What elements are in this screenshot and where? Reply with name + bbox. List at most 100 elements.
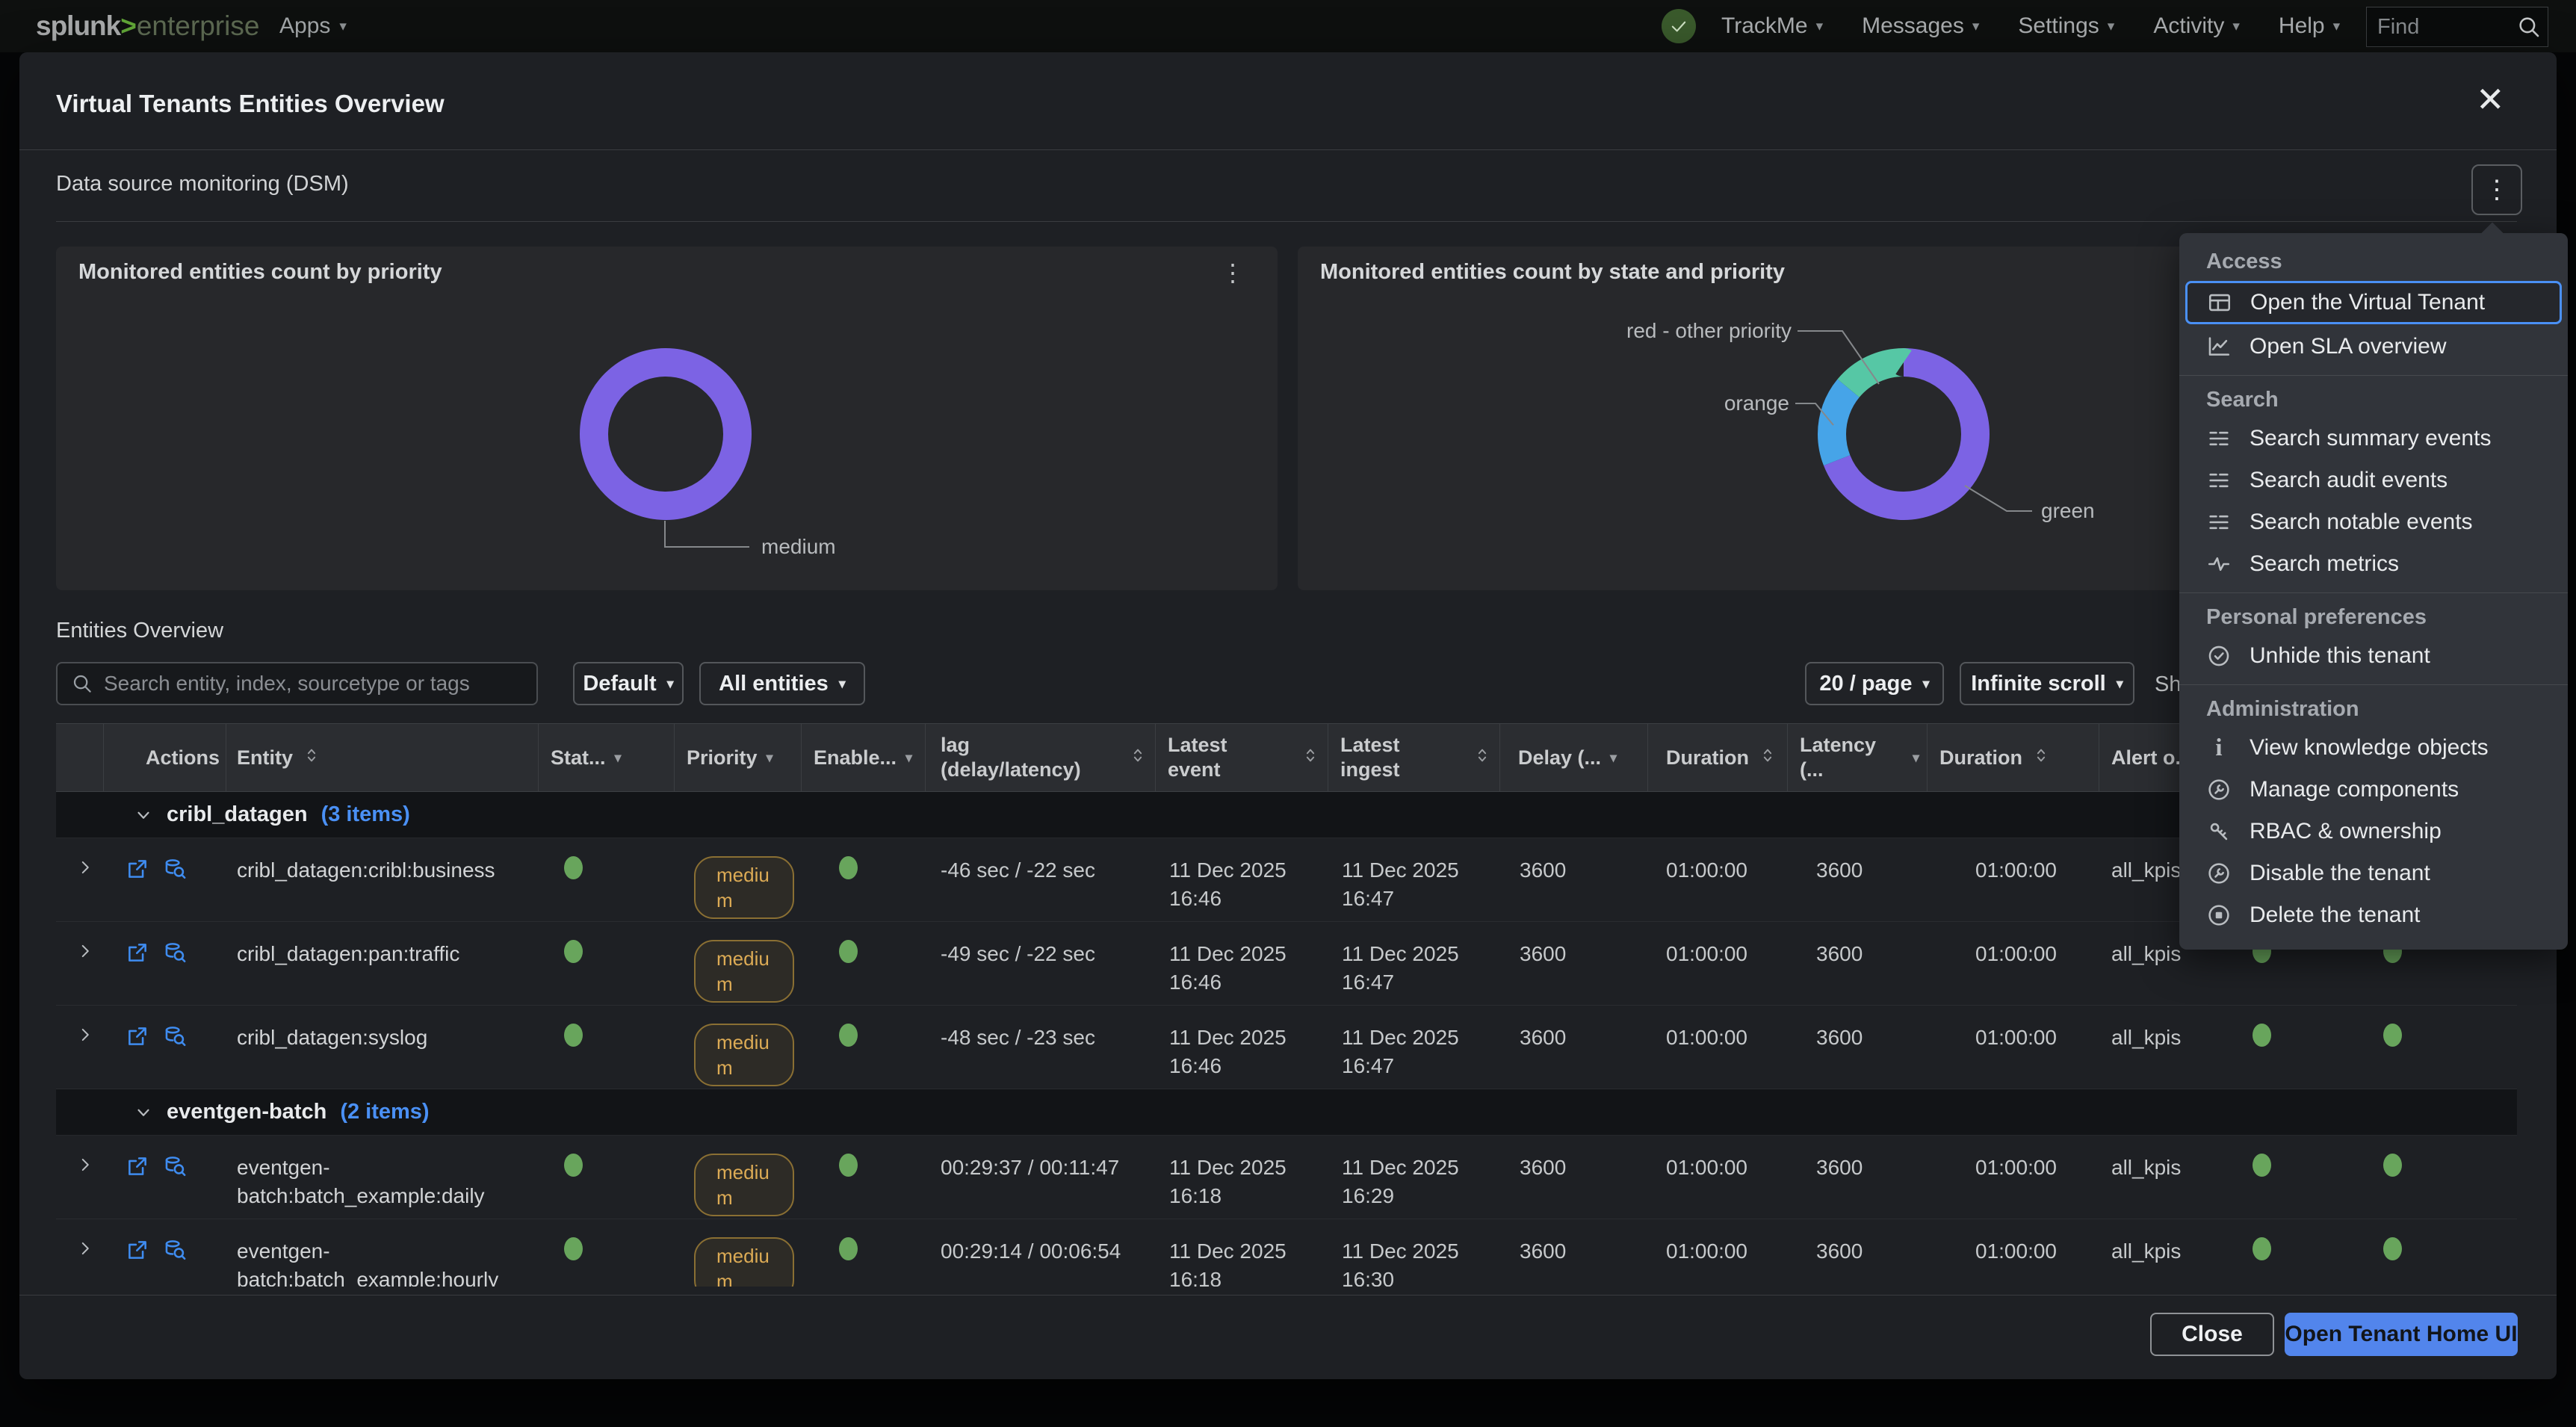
external-link-icon[interactable] bbox=[125, 1154, 150, 1179]
row-expander-icon[interactable] bbox=[75, 941, 95, 961]
cell-priority: medium bbox=[675, 1136, 802, 1219]
column-header-actions: Actions bbox=[104, 724, 226, 791]
lag-value: -49 sec / -22 sec bbox=[941, 942, 1095, 965]
chevron-down-icon: ▾ bbox=[1923, 676, 1930, 692]
scroll-mode-dropdown[interactable]: Infinite scroll ▾ bbox=[1960, 662, 2134, 705]
external-link-icon[interactable] bbox=[125, 1237, 150, 1263]
apps-menu[interactable]: Apps ▾ bbox=[279, 0, 347, 52]
find-input[interactable] bbox=[2367, 15, 2507, 40]
menu-item-search-audit-events[interactable]: Search audit events bbox=[2179, 459, 2568, 501]
alert-value: all_kpis bbox=[2111, 942, 2181, 965]
chevron-down-icon: ▾ bbox=[2117, 676, 2123, 692]
column-label: Stat... bbox=[551, 746, 606, 770]
list-icon bbox=[2206, 468, 2232, 493]
column-label: Priority bbox=[687, 746, 758, 770]
column-header-state[interactable]: Stat...▾ bbox=[539, 724, 675, 791]
cell-exp bbox=[56, 1219, 104, 1287]
column-header-enabled[interactable]: Enable...▾ bbox=[802, 724, 926, 791]
search-events-icon[interactable] bbox=[162, 1024, 188, 1049]
search-events-icon[interactable] bbox=[162, 1237, 188, 1263]
column-header-lag[interactable]: lag(delay/latency) bbox=[926, 724, 1156, 791]
donut-chart-priority bbox=[576, 344, 755, 524]
cell-levent: 11 Dec 202516:18 bbox=[1156, 1136, 1328, 1219]
topbar: splunk>enterprise Apps ▾ TrackMe▾Message… bbox=[0, 0, 2576, 52]
check-icon bbox=[1668, 16, 1689, 37]
table-row-cribl-datagen-cribl-business[interactable]: cribl_datagen:cribl:businessmedium-46 se… bbox=[56, 838, 2517, 922]
row-expander-icon[interactable] bbox=[75, 1025, 95, 1044]
filter-default-dropdown[interactable]: Default ▾ bbox=[573, 662, 684, 705]
check-circle-icon[interactable] bbox=[1662, 9, 1696, 43]
group-name: eventgen-batch bbox=[167, 1100, 326, 1124]
column-header-priority[interactable]: Priority▾ bbox=[675, 724, 802, 791]
divider bbox=[19, 149, 2557, 150]
row-expander-icon[interactable] bbox=[75, 1239, 95, 1258]
topnav-settings[interactable]: Settings▾ bbox=[2018, 0, 2114, 52]
column-header-entity[interactable]: Entity bbox=[226, 724, 539, 791]
close-button[interactable]: Close bbox=[2150, 1313, 2274, 1356]
filter-scope-label: All entities bbox=[719, 672, 829, 696]
filter-scope-dropdown[interactable]: All entities ▾ bbox=[699, 662, 865, 705]
close-icon[interactable]: ✕ bbox=[2476, 82, 2505, 117]
external-link-icon[interactable] bbox=[125, 940, 150, 965]
topnav-activity[interactable]: Activity▾ bbox=[2153, 0, 2240, 52]
column-header-latency[interactable]: Latency (...▾ bbox=[1788, 724, 1928, 791]
column-header-delay[interactable]: Delay (...▾ bbox=[1500, 724, 1648, 791]
menu-item-delete-the-tenant[interactable]: Delete the tenant bbox=[2179, 894, 2568, 936]
cell-lingest: 11 Dec 202516:47 bbox=[1328, 1006, 1500, 1089]
chevron-down-icon: ▾ bbox=[1816, 18, 1824, 35]
dsm-section-title: Data source monitoring (DSM) bbox=[56, 172, 349, 196]
menu-item-manage-components[interactable]: Manage components bbox=[2179, 769, 2568, 811]
menu-item-label: Unhide this tenant bbox=[2250, 643, 2430, 669]
kebab-icon[interactable]: ⋮ bbox=[1221, 259, 1245, 287]
cell-s1 bbox=[2208, 1136, 2338, 1219]
topnav-trackme[interactable]: TrackMe▾ bbox=[1721, 0, 1823, 52]
page-size-dropdown[interactable]: 20 / page ▾ bbox=[1805, 662, 1944, 705]
column-header-duration2[interactable]: Duration bbox=[1928, 724, 2099, 791]
column-label: lag(delay/latency) bbox=[941, 733, 1081, 782]
external-link-icon[interactable] bbox=[125, 1024, 150, 1049]
table-row-eventgen-batch-batch-example-daily[interactable]: eventgen-batch:batch_example:dailymedium… bbox=[56, 1136, 2517, 1219]
cell-state bbox=[539, 1006, 675, 1089]
search-events-icon[interactable] bbox=[162, 1154, 188, 1179]
kebab-menu-button[interactable]: ⋮ bbox=[2471, 164, 2522, 215]
menu-item-open-sla-overview[interactable]: Open SLA overview bbox=[2179, 326, 2568, 368]
table-row-cribl-datagen-syslog[interactable]: cribl_datagen:syslogmedium-48 sec / -23 … bbox=[56, 1006, 2517, 1089]
group-row-eventgen-batch[interactable]: eventgen-batch(2 items) bbox=[56, 1089, 2517, 1136]
column-header-lingest[interactable]: Latestingest bbox=[1328, 724, 1500, 791]
group-item-count: (3 items) bbox=[321, 802, 410, 827]
menu-item-unhide-this-tenant[interactable]: Unhide this tenant bbox=[2179, 635, 2568, 677]
search-events-icon[interactable] bbox=[162, 940, 188, 965]
external-link-icon[interactable] bbox=[125, 856, 150, 882]
menu-item-view-knowledge-objects[interactable]: iView knowledge objects bbox=[2179, 727, 2568, 769]
row-expander-icon[interactable] bbox=[75, 858, 95, 877]
cell-s1 bbox=[2208, 1219, 2338, 1287]
latest-event-value: 11 Dec 202516:18 bbox=[1169, 1237, 1321, 1287]
find-box[interactable] bbox=[2366, 7, 2548, 47]
search-events-icon[interactable] bbox=[162, 856, 188, 882]
topnav-messages[interactable]: Messages▾ bbox=[1862, 0, 1979, 52]
menu-item-search-metrics[interactable]: Search metrics bbox=[2179, 543, 2568, 585]
column-header-duration[interactable]: Duration bbox=[1648, 724, 1788, 791]
menu-item-rbac-ownership[interactable]: RBAC & ownership bbox=[2179, 811, 2568, 852]
cell-priority: medium bbox=[675, 1006, 802, 1089]
duration-value: 01:00:00 bbox=[1666, 942, 1747, 965]
cell-enabled bbox=[802, 922, 926, 1005]
alert-value: all_kpis bbox=[2111, 858, 2181, 882]
row-expander-icon[interactable] bbox=[75, 1155, 95, 1174]
entity-search-input[interactable] bbox=[102, 671, 536, 696]
chevron-down-icon: ▾ bbox=[1972, 18, 1980, 35]
cell-lag: -48 sec / -23 sec bbox=[926, 1006, 1156, 1089]
menu-item-open-the-virtual-tenant[interactable]: Open the Virtual Tenant bbox=[2185, 281, 2562, 324]
menu-item-search-notable-events[interactable]: Search notable events bbox=[2179, 501, 2568, 543]
table-row-cribl-datagen-pan-traffic[interactable]: cribl_datagen:pan:trafficmedium-49 sec /… bbox=[56, 922, 2517, 1006]
menu-item-search-summary-events[interactable]: Search summary events bbox=[2179, 418, 2568, 459]
cell-actions bbox=[104, 922, 226, 1005]
search-icon[interactable] bbox=[2516, 14, 2542, 40]
cell-latency: 3600 bbox=[1788, 1136, 1928, 1219]
table-row-eventgen-batch-batch-example-hourly[interactable]: eventgen-batch:batch_example:hourlymediu… bbox=[56, 1219, 2517, 1287]
group-row-cribl-datagen[interactable]: cribl_datagen(3 items) bbox=[56, 792, 2517, 838]
menu-item-disable-the-tenant[interactable]: Disable the tenant bbox=[2179, 852, 2568, 894]
topnav-help[interactable]: Help▾ bbox=[2279, 0, 2340, 52]
column-header-levent[interactable]: Latestevent bbox=[1156, 724, 1328, 791]
open-tenant-home-button[interactable]: Open Tenant Home UI bbox=[2285, 1313, 2518, 1356]
